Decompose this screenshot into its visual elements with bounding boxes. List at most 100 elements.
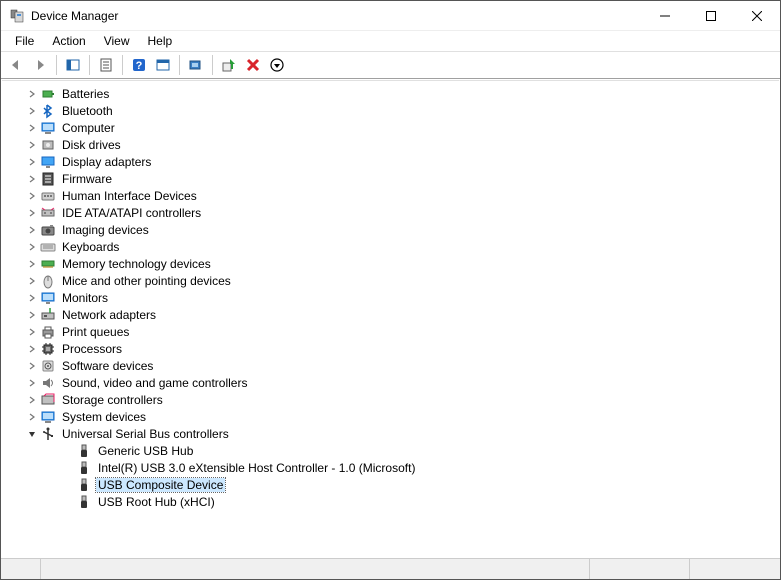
menu-action[interactable]: Action — [44, 32, 93, 50]
tree-category-label: System devices — [60, 410, 148, 424]
chevron-right-icon[interactable] — [26, 122, 38, 134]
tree-category[interactable]: Network adapters — [2, 306, 779, 323]
tree-category-label: Network adapters — [60, 308, 158, 322]
tree-category[interactable]: Processors — [2, 340, 779, 357]
hid-icon — [40, 188, 56, 204]
close-button[interactable] — [734, 1, 780, 31]
toolbar-separator — [212, 55, 213, 75]
update-driver-button[interactable] — [152, 54, 174, 76]
svg-text:?: ? — [136, 60, 143, 72]
tree-category[interactable]: Memory technology devices — [2, 255, 779, 272]
tree-category[interactable]: Monitors — [2, 289, 779, 306]
tree-category-label: Print queues — [60, 325, 131, 339]
tree-category-label: Processors — [60, 342, 124, 356]
expander-empty — [62, 445, 74, 457]
app-icon — [9, 8, 25, 24]
processor-icon — [40, 341, 56, 357]
chevron-right-icon[interactable] — [26, 207, 38, 219]
toolbar-separator — [122, 55, 123, 75]
tree-category-label: Display adapters — [60, 155, 153, 169]
dropdown-button[interactable] — [266, 54, 288, 76]
chevron-right-icon[interactable] — [26, 360, 38, 372]
tree-category-label: IDE ATA/ATAPI controllers — [60, 206, 203, 220]
chevron-right-icon[interactable] — [26, 156, 38, 168]
tree-category[interactable]: Display adapters — [2, 153, 779, 170]
menu-help[interactable]: Help — [140, 32, 181, 50]
chevron-right-icon[interactable] — [26, 309, 38, 321]
tree-device[interactable]: Intel(R) USB 3.0 eXtensible Host Control… — [2, 459, 779, 476]
tree-category[interactable]: Computer — [2, 119, 779, 136]
menu-file[interactable]: File — [7, 32, 42, 50]
properties-button[interactable] — [95, 54, 117, 76]
tree-category[interactable]: Print queues — [2, 323, 779, 340]
status-cell — [1, 559, 41, 579]
chevron-right-icon[interactable] — [26, 88, 38, 100]
menu-view[interactable]: View — [96, 32, 138, 50]
status-bar — [1, 558, 780, 579]
sound-icon — [40, 375, 56, 391]
tree-category-label: Mice and other pointing devices — [60, 274, 233, 288]
chevron-right-icon[interactable] — [26, 258, 38, 270]
chevron-down-icon[interactable] — [26, 428, 38, 440]
tree-category-label: Software devices — [60, 359, 155, 373]
tree-device[interactable]: USB Composite Device — [2, 476, 779, 493]
ide-icon — [40, 205, 56, 221]
chevron-right-icon[interactable] — [26, 139, 38, 151]
keyboard-icon — [40, 239, 56, 255]
help-button[interactable]: ? — [128, 54, 150, 76]
tree-category[interactable]: Bluetooth — [2, 102, 779, 119]
chevron-right-icon[interactable] — [26, 190, 38, 202]
minimize-button[interactable] — [642, 1, 688, 31]
tree-category-label: Storage controllers — [60, 393, 165, 407]
chevron-right-icon[interactable] — [26, 343, 38, 355]
tree-category[interactable]: Keyboards — [2, 238, 779, 255]
enable-device-button[interactable] — [218, 54, 240, 76]
imaging-icon — [40, 222, 56, 238]
back-button[interactable] — [5, 54, 27, 76]
chevron-right-icon[interactable] — [26, 326, 38, 338]
tree-category[interactable]: Storage controllers — [2, 391, 779, 408]
tree-category-usb[interactable]: Universal Serial Bus controllers — [2, 425, 779, 442]
firmware-icon — [40, 171, 56, 187]
monitor-icon — [40, 290, 56, 306]
bluetooth-icon — [40, 103, 56, 119]
maximize-button[interactable] — [688, 1, 734, 31]
forward-button[interactable] — [29, 54, 51, 76]
expander-empty — [62, 496, 74, 508]
chevron-right-icon[interactable] — [26, 377, 38, 389]
chevron-right-icon[interactable] — [26, 173, 38, 185]
mouse-icon — [40, 273, 56, 289]
tree-category[interactable]: Sound, video and game controllers — [2, 374, 779, 391]
chevron-right-icon[interactable] — [26, 224, 38, 236]
tree-category[interactable]: Disk drives — [2, 136, 779, 153]
chevron-right-icon[interactable] — [26, 292, 38, 304]
tree-category[interactable]: Imaging devices — [2, 221, 779, 238]
tree-category[interactable]: Software devices — [2, 357, 779, 374]
scan-hardware-button[interactable] — [185, 54, 207, 76]
chevron-right-icon[interactable] — [26, 241, 38, 253]
tree-category[interactable]: System devices — [2, 408, 779, 425]
chevron-right-icon[interactable] — [26, 394, 38, 406]
chevron-right-icon[interactable] — [26, 105, 38, 117]
battery-icon — [40, 86, 56, 102]
tree-category[interactable]: Batteries — [2, 85, 779, 102]
tree-category-label: Computer — [60, 121, 117, 135]
tree-device[interactable]: Generic USB Hub — [2, 442, 779, 459]
tree-device[interactable]: USB Root Hub (xHCI) — [2, 493, 779, 510]
usb-device-icon — [76, 494, 92, 510]
tree-category[interactable]: IDE ATA/ATAPI controllers — [2, 204, 779, 221]
expander-empty — [62, 462, 74, 474]
chevron-right-icon[interactable] — [26, 411, 38, 423]
toolbar-separator — [179, 55, 180, 75]
device-tree-scroll[interactable]: Batteries Bluetooth ComputerDisk drives Dis… — [2, 80, 779, 557]
system-icon — [40, 409, 56, 425]
chevron-right-icon[interactable] — [26, 275, 38, 287]
tree-category[interactable]: Firmware — [2, 170, 779, 187]
tree-category[interactable]: Human Interface Devices — [2, 187, 779, 204]
tree-category-label: Batteries — [60, 87, 111, 101]
show-hide-tree-button[interactable] — [62, 54, 84, 76]
tree-category-label: Sound, video and game controllers — [60, 376, 249, 390]
uninstall-device-button[interactable] — [242, 54, 264, 76]
tree-category-label: Bluetooth — [60, 104, 115, 118]
tree-category[interactable]: Mice and other pointing devices — [2, 272, 779, 289]
